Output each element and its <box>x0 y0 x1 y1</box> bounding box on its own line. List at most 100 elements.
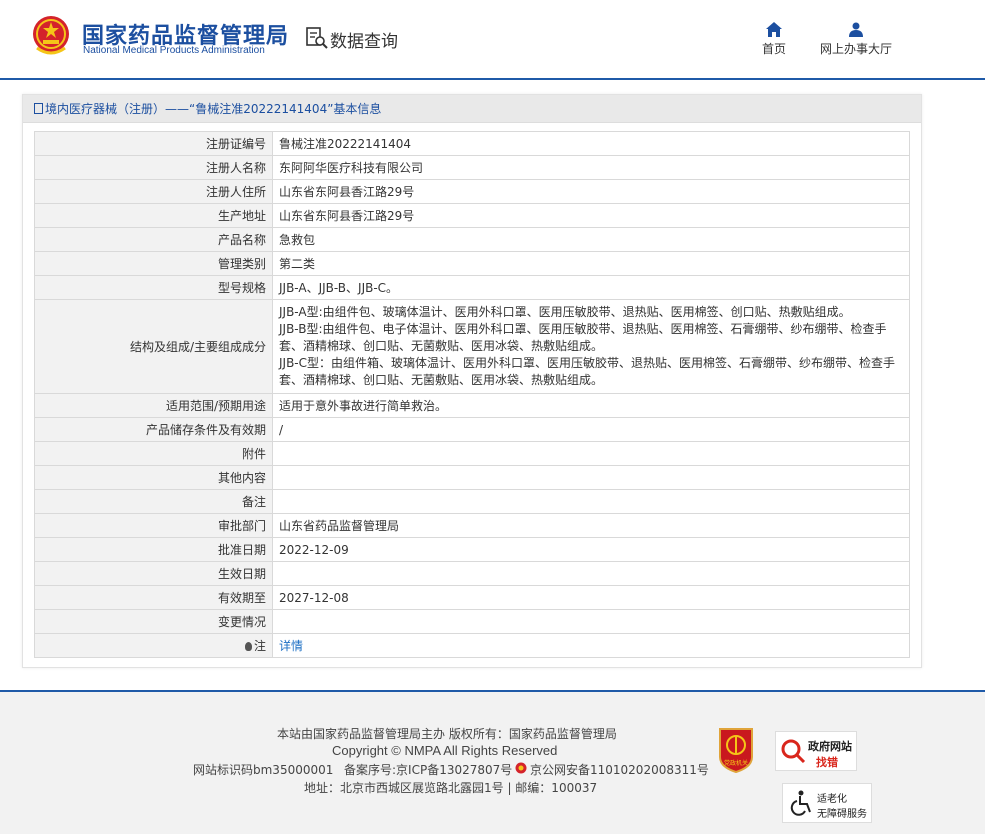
user-icon <box>849 22 863 37</box>
field-value-text: 山东省药品监督管理局 <box>279 519 400 533</box>
field-label-text: 注 <box>253 639 266 653</box>
field-label: 注册人名称 <box>34 155 273 180</box>
composition-line: JJB-B型:由组件包、电子体温计、医用外科口罩、医用压敏胶带、退热贴、医用棉签… <box>279 322 887 336</box>
field-label: 批准日期 <box>34 537 273 562</box>
table-row: 附件 <box>34 441 910 466</box>
table-row: 注册人名称 东阿阿华医疗科技有限公司 <box>34 155 910 180</box>
field-value-text: JJB-A、JJB-B、JJB-C。 <box>279 281 399 295</box>
accessibility-service-badge[interactable]: 适老化 无障碍服务 <box>782 783 872 823</box>
field-value-text: 2027-12-08 <box>279 590 349 605</box>
party-government-badge[interactable]: 党政机关 <box>716 727 756 773</box>
composition-line: 套、酒精棉球、创口贴、无菌敷贴、医用冰袋、热敷贴组成。 <box>279 373 604 387</box>
details-link[interactable]: 详情 <box>279 639 303 653</box>
field-label: 注册人住所 <box>34 179 273 204</box>
police-badge-icon <box>515 762 527 774</box>
field-value-text: 鲁械注准20222141404 <box>279 137 411 151</box>
field-value: 详情 <box>272 633 910 658</box>
table-row: 型号规格 JJB-A、JJB-B、JJB-C。 <box>34 275 910 300</box>
access-badge-line2: 无障碍服务 <box>817 809 867 820</box>
field-label-text: 管理类别 <box>217 257 266 271</box>
field-label: 有效期至 <box>34 585 273 610</box>
nav-online-service-hall-label[interactable]: 网上办事大厅 <box>816 40 896 57</box>
field-label: 变更情况 <box>34 609 273 634</box>
field-label-text: 其他内容 <box>217 471 266 485</box>
field-value: 2027-12-08 <box>272 585 910 610</box>
field-value: 山东省东阿县香江路29号 <box>272 203 910 228</box>
field-label: 产品储存条件及有效期 <box>34 417 273 442</box>
field-value: 第二类 <box>272 251 910 276</box>
record-detail-panel: 境内医疗器械（注册）——“鲁械注准20222141404”基本信息 注册证编号鲁… <box>22 94 922 668</box>
field-label-text: 适用范围/预期用途 <box>165 399 266 413</box>
footer-icp[interactable]: 备案序号:京ICP备13027807号 <box>344 761 512 778</box>
field-label-text: 生产地址 <box>217 209 266 223</box>
field-value: 2022-12-09 <box>272 537 910 562</box>
field-value <box>272 489 910 514</box>
gov-website-error-badge[interactable]: 政府网站 找错 <box>775 731 857 771</box>
gov-badge-action: 找错 <box>816 756 838 769</box>
field-label: 适用范围/预期用途 <box>34 393 273 418</box>
field-label-text: 审批部门 <box>217 519 266 533</box>
field-value-text: / <box>279 422 284 437</box>
table-row: 产品储存条件及有效期 / <box>34 417 910 442</box>
field-value <box>272 561 910 586</box>
table-row: 注册证编号 鲁械注准20222141404 <box>34 131 910 156</box>
nav-online-service-hall[interactable]: 网上办事大厅 <box>816 22 896 57</box>
field-label: 管理类别 <box>34 251 273 276</box>
access-badge-line1: 适老化 <box>817 794 847 805</box>
footer-sponsor: 本站由国家药品监督管理局主办 版权所有：国家药品监督管理局 <box>277 727 617 741</box>
table-row: 其他内容 <box>34 465 910 490</box>
field-label-text: 注册人住所 <box>205 185 266 199</box>
field-value-text: 适用于意外事故进行简单救治。 <box>279 399 448 413</box>
field-value-text: 山东省东阿县香江路29号 <box>279 185 415 199</box>
panel-title-text: 境内医疗器械（注册）——“鲁械注准20222141404”基本信息 <box>45 102 382 116</box>
field-label-text: 产品名称 <box>217 233 266 247</box>
field-value: 山东省东阿县香江路29号 <box>272 179 910 204</box>
table-row: 管理类别 第二类 <box>34 251 910 276</box>
field-label: 结构及组成/主要组成成分 <box>34 299 273 394</box>
field-value-text: 急救包 <box>279 233 316 247</box>
field-label: 备注 <box>34 489 273 514</box>
site-footer: 本站由国家药品监督管理局主办 版权所有：国家药品监督管理局 Copyright … <box>0 690 985 834</box>
field-value <box>272 465 910 490</box>
gov-badge-title: 政府网站 <box>808 740 852 753</box>
document-icon <box>34 103 43 114</box>
field-label: 注 <box>34 633 273 658</box>
party-badge-text: 党政机关 <box>724 759 748 767</box>
table-row: 结构及组成/主要组成成分 JJB-A型:由组件包、玻璃体温计、医用外科口罩、医用压… <box>34 299 910 394</box>
field-value: JJB-A型:由组件包、玻璃体温计、医用外科口罩、医用压敏胶带、退热贴、医用棉签… <box>272 299 910 394</box>
table-row: 变更情况 <box>34 609 910 634</box>
field-value: 适用于意外事故进行简单救治。 <box>272 393 910 418</box>
nav-home[interactable]: 首页 <box>756 22 792 57</box>
footer-police-record[interactable]: 京公网安备11010202008311号 <box>530 761 709 778</box>
wheelchair-icon <box>790 790 811 816</box>
field-label: 注册证编号 <box>34 131 273 156</box>
field-value-text: 第二类 <box>279 257 316 271</box>
table-row: 备注 <box>34 489 910 514</box>
site-header: 国家药品监督管理局 National Medical Products Admi… <box>0 0 985 80</box>
composition-line: JJB-A型:由组件包、玻璃体温计、医用外科口罩、医用压敏胶带、退热贴、医用棉签… <box>279 305 851 319</box>
field-label-text: 有效期至 <box>217 591 266 605</box>
field-value-text: 2022-12-09 <box>279 542 349 557</box>
field-value <box>272 609 910 634</box>
table-row: 适用范围/预期用途 适用于意外事故进行简单救治。 <box>34 393 910 418</box>
field-value: 山东省药品监督管理局 <box>272 513 910 538</box>
logo-title-en: National Medical Products Administration <box>83 45 265 56</box>
footer-address: 地址：北京市西城区展览路北露园1号 | 邮编：100037 <box>304 781 598 795</box>
field-label-text: 生效日期 <box>217 567 266 581</box>
data-query-icon <box>306 27 328 49</box>
data-query-label[interactable]: 数据查询 <box>330 27 398 52</box>
table-row: 注详情 <box>34 633 910 658</box>
magnifier-icon <box>781 739 806 764</box>
nav-home-label[interactable]: 首页 <box>756 40 792 57</box>
footer-site-code: 网站标识码bm35000001 <box>193 763 334 777</box>
field-value: 东阿阿华医疗科技有限公司 <box>272 155 910 180</box>
field-label: 产品名称 <box>34 227 273 252</box>
home-icon <box>766 22 782 37</box>
field-label: 附件 <box>34 441 273 466</box>
table-row: 批准日期 2022-12-09 <box>34 537 910 562</box>
table-row: 审批部门 山东省药品监督管理局 <box>34 513 910 538</box>
field-label-text: 注册证编号 <box>205 137 266 151</box>
panel-title: 境内医疗器械（注册）——“鲁械注准20222141404”基本信息 <box>23 95 921 123</box>
field-label-text: 注册人名称 <box>205 161 266 175</box>
footer-copyright: Copyright © NMPA All Rights Reserved <box>332 743 558 758</box>
